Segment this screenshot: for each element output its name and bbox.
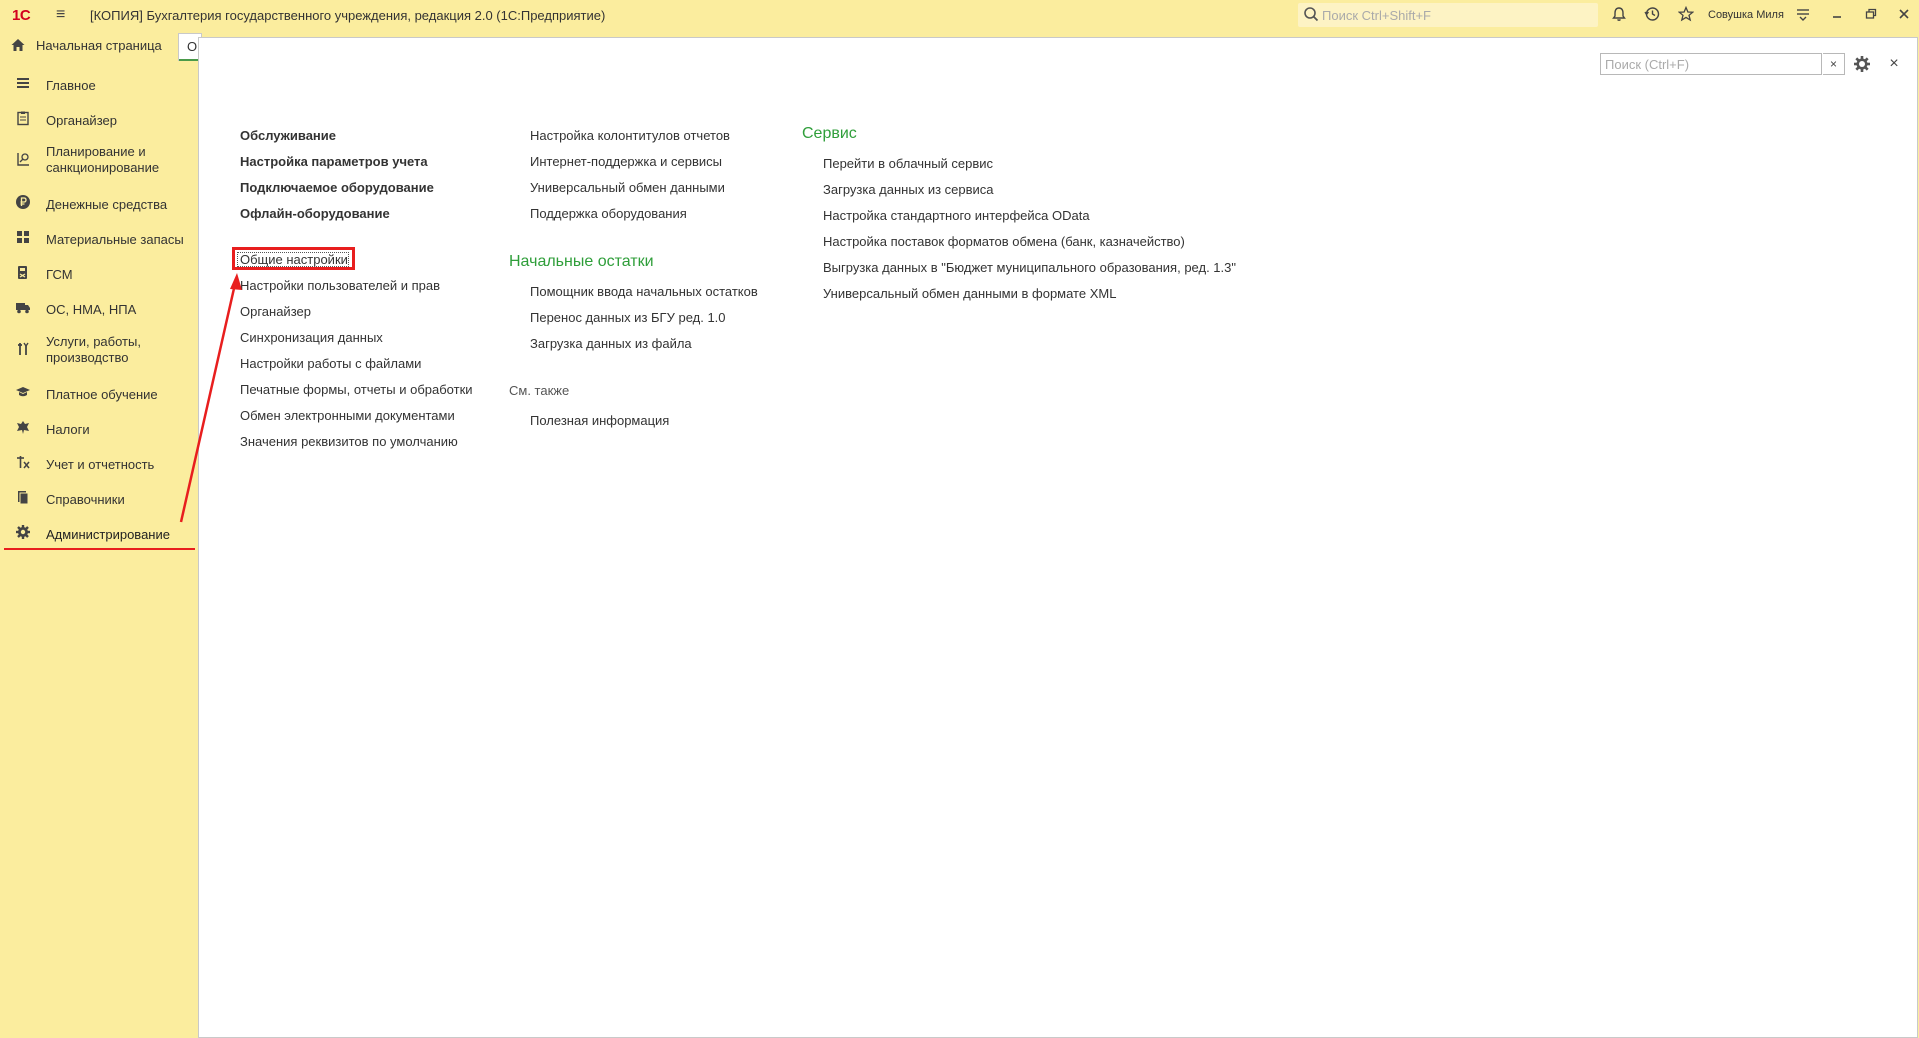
link-accounting-params[interactable]: Настройка параметров учета	[240, 154, 428, 169]
sidebar-item-directories[interactable]: Справочники	[0, 486, 198, 510]
list-icon	[14, 75, 32, 93]
accounting-icon	[14, 454, 32, 472]
emblem-icon	[14, 419, 32, 437]
sidebar-item-inventory[interactable]: Материальные запасы	[0, 226, 198, 250]
link-transfer-bgu[interactable]: Перенос данных из БГУ ред. 1.0	[530, 310, 726, 325]
sidebar-item-label: Денежные средства	[46, 197, 168, 212]
link-opening-balance-wizard[interactable]: Помощник ввода начальных остатков	[530, 284, 758, 299]
tab-home[interactable]: Начальная страница	[0, 31, 175, 60]
link-export-municipal-budget[interactable]: Выгрузка данных в "Бюджет муниципального…	[823, 260, 1236, 275]
section-opening-balances: Начальные остатки	[509, 253, 654, 270]
sidebar-item-label: Планирование и санкционирование	[46, 144, 160, 175]
panel-close-button[interactable]: ×	[1886, 54, 1902, 74]
panel-search-placeholder: Поиск (Ctrl+F)	[1605, 57, 1690, 72]
bell-icon[interactable]	[1610, 6, 1628, 24]
sidebar-item-label: Услуги, работы, производство	[46, 334, 141, 365]
books-icon	[14, 489, 32, 507]
minimize-icon[interactable]	[1828, 6, 1846, 24]
panel-search-clear-button[interactable]: ×	[1823, 53, 1845, 75]
sidebar-item-services[interactable]: Услуги, работы, производство	[0, 332, 198, 368]
sidebar-item-label: Платное обучение	[46, 387, 158, 402]
sidebar-item-organizer[interactable]: Органайзер	[0, 107, 198, 131]
truck-icon	[14, 299, 32, 317]
title-bar: 1С ≡ [КОПИЯ] Бухгалтерия государственног…	[0, 0, 1919, 31]
sidebar-item-label: Администрирование	[46, 527, 170, 542]
link-cloud-service[interactable]: Перейти в облачный сервис	[823, 156, 993, 171]
tab-home-label: Начальная страница	[36, 38, 162, 53]
link-internet-support[interactable]: Интернет-поддержка и сервисы	[530, 154, 722, 169]
tools-icon	[14, 341, 32, 359]
gear-icon	[14, 524, 32, 542]
section-service: Сервис	[802, 125, 857, 142]
close-icon[interactable]	[1895, 6, 1913, 24]
sidebar-item-label: Материальные запасы	[46, 232, 184, 247]
sidebar-item-fuel[interactable]: ГСМ	[0, 261, 198, 285]
annotation-highlight-box	[232, 247, 355, 270]
link-load-from-file[interactable]: Загрузка данных из файла	[530, 336, 692, 351]
main-menu-icon[interactable]: ≡	[56, 7, 72, 23]
sidebar-item-accounting[interactable]: Учет и отчетность	[0, 451, 198, 475]
tab-strip: Начальная страница О	[0, 31, 202, 61]
sidebar-item-label: Главное	[46, 78, 96, 93]
graduation-icon	[14, 384, 32, 402]
link-default-values[interactable]: Значения реквизитов по умолчанию	[240, 434, 458, 449]
tab-current-label: О	[187, 39, 198, 54]
main-panel: Поиск (Ctrl+F) × × Обслуживание Настройк…	[198, 37, 1918, 1038]
link-user-settings[interactable]: Настройки пользователей и прав	[240, 278, 440, 293]
restore-icon[interactable]	[1862, 6, 1880, 24]
clipboard-icon	[14, 110, 32, 128]
link-load-from-service[interactable]: Загрузка данных из сервиса	[823, 182, 994, 197]
link-useful-info[interactable]: Полезная информация	[530, 413, 669, 428]
sidebar-item-money[interactable]: Денежные средства	[0, 191, 198, 215]
sidebar-item-label: Налоги	[46, 422, 90, 437]
history-icon[interactable]	[1643, 6, 1661, 24]
sidebar-item-taxes[interactable]: Налоги	[0, 416, 198, 440]
link-data-sync[interactable]: Синхронизация данных	[240, 330, 383, 345]
fuel-icon	[14, 264, 32, 282]
sidebar-item-planning[interactable]: Планирование и санкционирование	[0, 142, 198, 178]
sidebar-item-label: ОС, НМА, НПА	[46, 302, 137, 317]
panel-search-input[interactable]: Поиск (Ctrl+F)	[1600, 53, 1822, 75]
sidebar-item-administration[interactable]: Администрирование	[0, 521, 198, 545]
global-search-placeholder: Поиск Ctrl+Shift+F	[1322, 8, 1431, 23]
sidebar-item-label: ГСМ	[46, 267, 73, 282]
window-title: [КОПИЯ] Бухгалтерия государственного учр…	[90, 8, 606, 23]
star-icon[interactable]	[1677, 5, 1695, 24]
sidebar-item-main[interactable]: Главное	[0, 72, 198, 96]
link-xml-exchange[interactable]: Универсальный обмен данными в формате XM…	[823, 286, 1116, 301]
search-icon	[1304, 7, 1319, 22]
active-item-underline	[4, 548, 195, 550]
app-logo: 1С	[12, 7, 31, 24]
home-icon	[11, 39, 25, 51]
see-also-heading: См. также	[509, 383, 570, 398]
panel-settings-gear-icon[interactable]	[1852, 54, 1872, 74]
grid-icon	[14, 229, 32, 247]
link-connected-equipment[interactable]: Подключаемое оборудование	[240, 180, 434, 195]
link-report-headers[interactable]: Настройка колонтитулов отчетов	[530, 128, 730, 143]
link-universal-exchange[interactable]: Универсальный обмен данными	[530, 180, 725, 195]
link-exchange-formats[interactable]: Настройка поставок форматов обмена (банк…	[823, 234, 1185, 249]
link-print-forms[interactable]: Печатные формы, отчеты и обработки	[240, 382, 473, 397]
global-search-input[interactable]: Поиск Ctrl+Shift+F	[1298, 3, 1598, 27]
sidebar-item-label: Учет и отчетность	[46, 457, 155, 472]
menu-settings-icon[interactable]	[1794, 6, 1812, 24]
sidebar-item-label: Органайзер	[46, 113, 117, 128]
user-name[interactable]: Совушка Миля	[1708, 9, 1784, 21]
sidebar-item-paid-education[interactable]: Платное обучение	[0, 381, 198, 405]
sidebar-item-label: Справочники	[46, 492, 125, 507]
planning-icon	[14, 151, 32, 169]
link-edi[interactable]: Обмен электронными документами	[240, 408, 455, 423]
link-offline-equipment[interactable]: Офлайн-оборудование	[240, 206, 390, 221]
link-equipment-support[interactable]: Поддержка оборудования	[530, 206, 687, 221]
ruble-icon	[14, 194, 32, 212]
link-organizer[interactable]: Органайзер	[240, 304, 311, 319]
link-file-settings[interactable]: Настройки работы с файлами	[240, 356, 421, 371]
link-odata[interactable]: Настройка стандартного интерфейса OData	[823, 208, 1090, 223]
link-maintenance[interactable]: Обслуживание	[240, 128, 336, 143]
sidebar-item-fixed-assets[interactable]: ОС, НМА, НПА	[0, 296, 198, 320]
